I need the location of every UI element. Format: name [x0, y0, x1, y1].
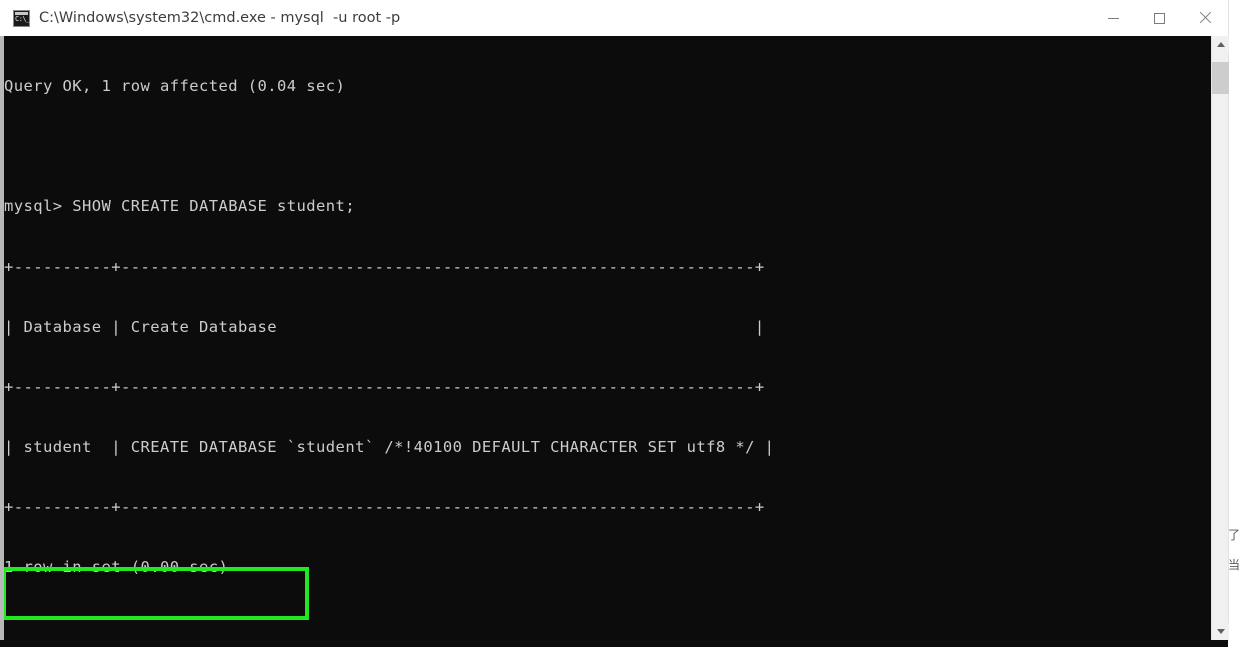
- window-controls: [1090, 0, 1228, 36]
- terminal-line: 1 row in set (0.00 sec): [4, 558, 229, 577]
- window-titlebar[interactable]: C:\Windows\system32\cmd.exe - mysql -u r…: [0, 0, 1228, 37]
- terminal-line: | Database | Create Database |: [4, 317, 765, 336]
- terminal-line: | student | CREATE DATABASE `student` /*…: [4, 437, 775, 456]
- close-icon: [1199, 12, 1211, 24]
- chevron-up-icon: [1216, 42, 1225, 47]
- left-edge-sliver: [0, 36, 4, 640]
- maximize-icon: [1153, 12, 1165, 24]
- minimize-icon: [1107, 17, 1119, 19]
- scroll-up-button[interactable]: [1212, 36, 1229, 53]
- minimize-button[interactable]: [1090, 0, 1136, 36]
- maximize-button[interactable]: [1136, 0, 1182, 36]
- scroll-down-button[interactable]: [1212, 623, 1229, 640]
- cmd-console-window: C:\Windows\system32\cmd.exe - mysql -u r…: [0, 0, 1229, 647]
- terminal-line: +----------+----------------------------…: [4, 498, 765, 517]
- terminal-line: +----------+----------------------------…: [4, 377, 765, 396]
- scrollbar-thumb[interactable]: [1212, 62, 1229, 94]
- terminal-text: Query OK, 1 row affected (0.04 sec) mysq…: [4, 36, 774, 640]
- background-side-text: 了当: [1228, 528, 1239, 572]
- terminal-line: +----------+----------------------------…: [4, 257, 765, 276]
- vertical-scrollbar[interactable]: [1211, 36, 1229, 640]
- terminal-line: Query OK, 1 row affected (0.04 sec): [4, 77, 346, 96]
- terminal-output-area[interactable]: Query OK, 1 row affected (0.04 sec) mysq…: [0, 36, 1211, 640]
- close-button[interactable]: [1182, 0, 1228, 36]
- terminal-line: mysql> SHOW CREATE DATABASE student;: [4, 197, 356, 216]
- chevron-down-icon: [1216, 629, 1225, 634]
- window-bottom-edge: [0, 640, 1228, 647]
- window-title: C:\Windows\system32\cmd.exe - mysql -u r…: [39, 10, 401, 26]
- cmd-console-icon: [13, 9, 30, 27]
